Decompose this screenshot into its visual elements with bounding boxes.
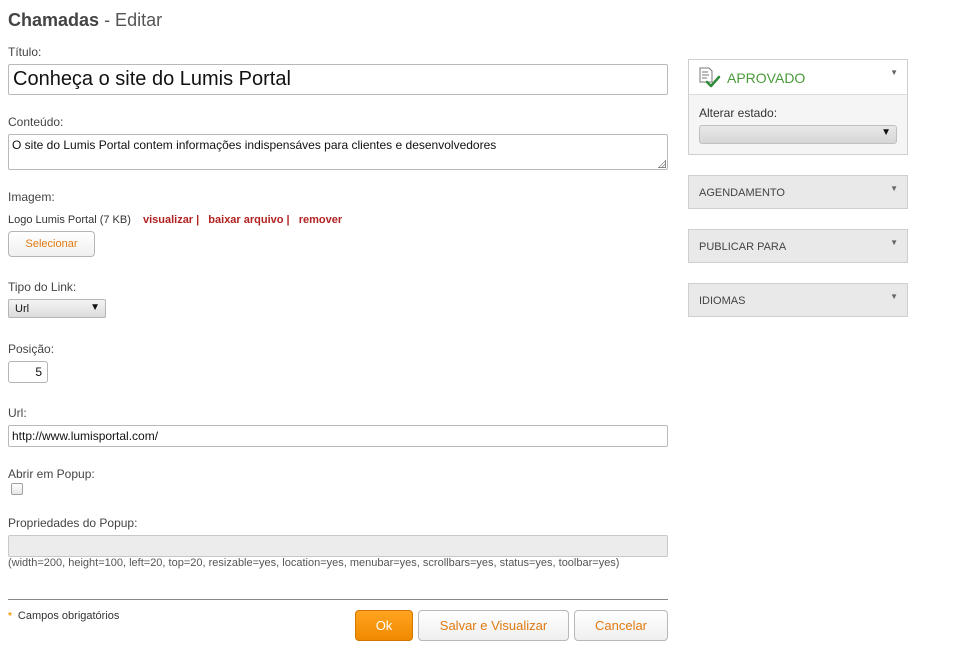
collapse-arrow-icon[interactable]: ▼ (890, 238, 898, 247)
posicao-label: Posição: (8, 342, 55, 356)
panel-publicar-para-title: PUBLICAR PARA (699, 241, 787, 253)
popup-props-hint: (width=200, height=100, left=20, top=20,… (8, 557, 620, 569)
panel-idiomas[interactable]: IDIOMAS ▼ (688, 283, 908, 317)
image-file-row: Logo Lumis Portal (7 KB) visualizar | ba… (8, 214, 342, 226)
url-input[interactable] (8, 425, 668, 447)
popup-props-label: Propriedades do Popup: (8, 516, 138, 530)
panel-agendamento[interactable]: AGENDAMENTO ▼ (688, 175, 908, 209)
alterar-estado-select[interactable]: ▼ (699, 125, 897, 144)
resize-grip-icon[interactable] (658, 160, 666, 168)
panel-publicar-para[interactable]: PUBLICAR PARA ▼ (688, 229, 908, 263)
popup-checkbox[interactable] (11, 483, 23, 495)
popup-label: Abrir em Popup: (8, 467, 95, 481)
required-asterisk-icon: * (8, 611, 12, 622)
state-panel-header[interactable]: APROVADO ▼ (689, 60, 907, 95)
titulo-label: Título: (8, 45, 42, 59)
document-check-icon (699, 67, 721, 88)
url-label: Url: (8, 406, 27, 420)
posicao-input[interactable]: 5 (8, 361, 48, 383)
cancelar-button[interactable]: Cancelar (574, 610, 668, 641)
conteudo-label: Conteúdo: (8, 115, 64, 129)
imagem-label: Imagem: (8, 190, 55, 204)
dropdown-arrow-icon: ▼ (90, 302, 100, 313)
remover-link[interactable]: remover (299, 214, 342, 226)
tipo-link-label: Tipo do Link: (8, 280, 77, 294)
collapse-arrow-icon[interactable]: ▼ (890, 292, 898, 301)
visualizar-link[interactable]: visualizar | (143, 214, 199, 226)
baixar-arquivo-link[interactable]: baixar arquivo | (208, 214, 289, 226)
ok-button[interactable]: Ok (355, 610, 413, 641)
tipo-link-value: Url (15, 303, 30, 315)
collapse-arrow-icon[interactable]: ▼ (890, 68, 898, 77)
conteudo-textarea[interactable]: O site do Lumis Portal contem informaçõe… (8, 134, 668, 170)
tipo-link-select[interactable]: Url ▼ (8, 299, 106, 318)
collapse-arrow-icon[interactable]: ▼ (890, 184, 898, 193)
required-note-text: Campos obrigatórios (17, 610, 120, 622)
page-title: Chamadas - Editar (8, 10, 162, 31)
page-title-sub: - Editar (104, 10, 163, 30)
state-panel: APROVADO ▼ Alterar estado: ▼ (688, 59, 908, 155)
panel-idiomas-title: IDIOMAS (699, 295, 746, 307)
dropdown-arrow-icon: ▼ (881, 127, 891, 138)
image-file-name: Logo Lumis Portal (7 KB) (8, 214, 131, 226)
footer-divider (8, 599, 668, 600)
panel-agendamento-title: AGENDAMENTO (699, 187, 785, 199)
required-note: * Campos obrigatórios (8, 610, 119, 622)
titulo-input[interactable] (8, 64, 668, 95)
salvar-visualizar-button[interactable]: Salvar e Visualizar (418, 610, 569, 641)
state-title: APROVADO (727, 70, 806, 86)
page-title-main: Chamadas (8, 10, 100, 30)
popup-props-input[interactable] (8, 535, 668, 557)
alterar-estado-label: Alterar estado: (699, 106, 778, 120)
selecionar-button[interactable]: Selecionar (8, 231, 95, 257)
